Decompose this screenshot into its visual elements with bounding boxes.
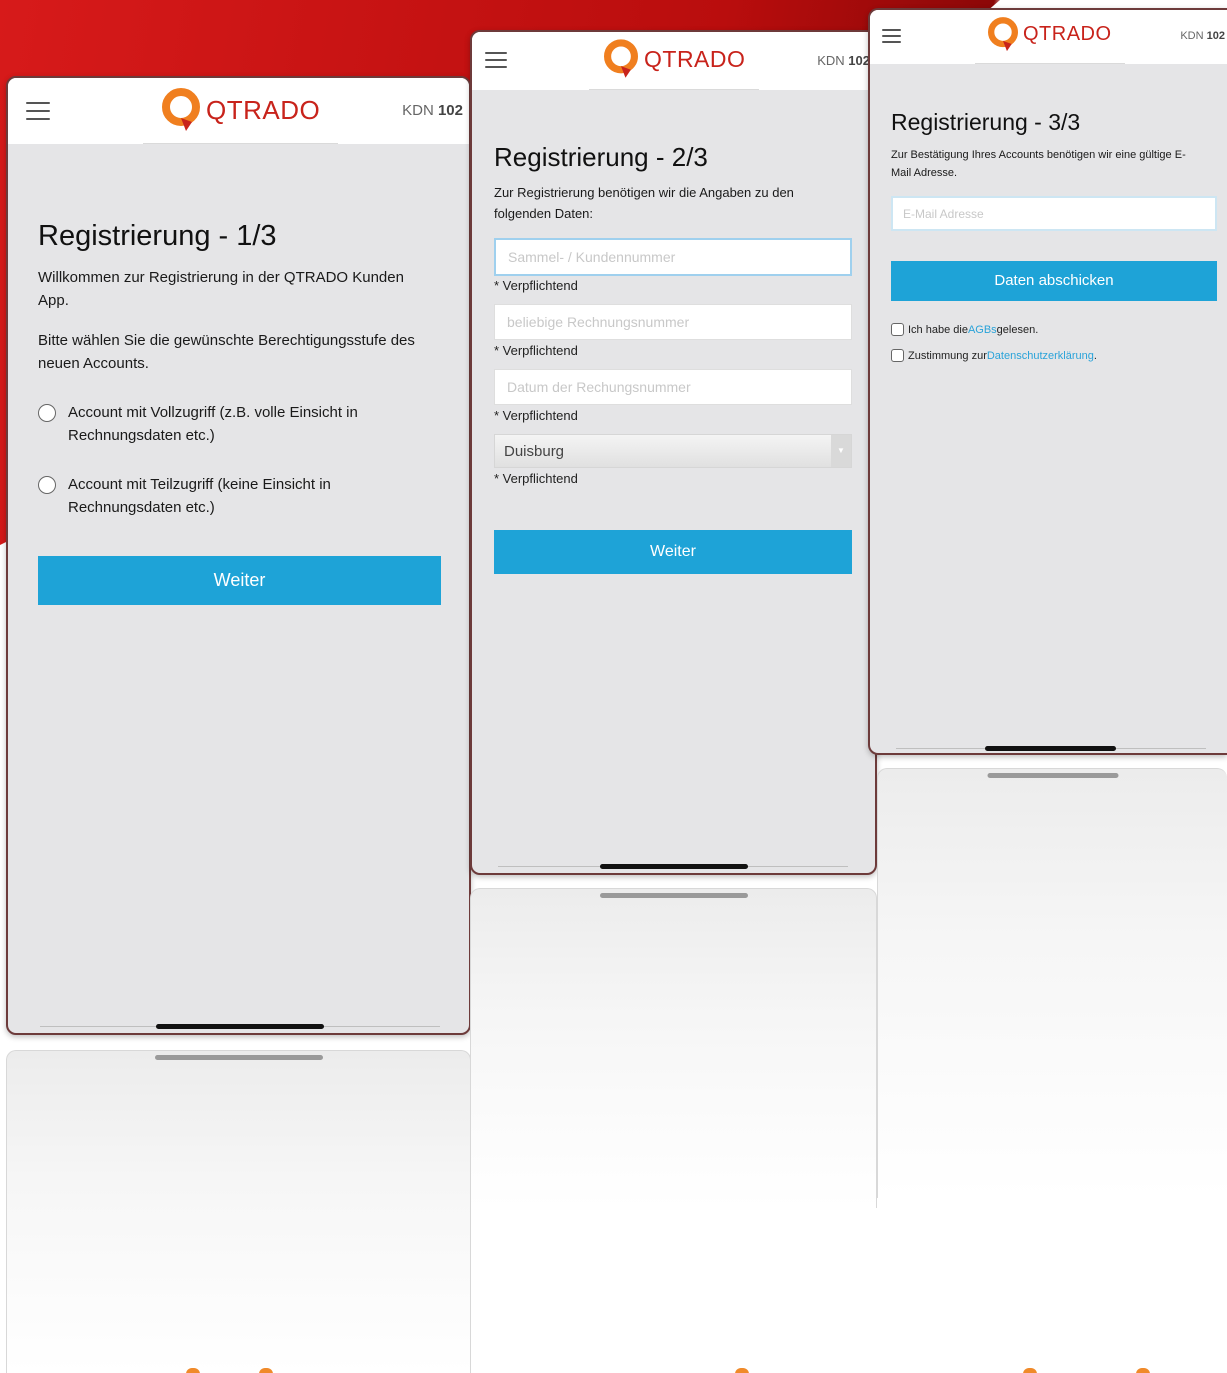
kdn-badge: KDN 102 [817,53,870,68]
logo-text: QTRADO [206,94,321,125]
header-underline [589,89,759,90]
kdn-number: 102 [1206,30,1225,42]
intro-text: Zur Bestätigung Ihres Accounts benötigen… [891,149,1186,179]
phone-reflection-1 [6,1050,471,1373]
radio-label: Account mit Vollzugriff (z.B. volle Eins… [68,404,358,444]
input-placeholder: Sammel- / Kundennummer [508,249,676,265]
terms-text-after: gelesen. [996,323,1039,336]
required-hint: * Verpflichtend [494,408,578,423]
phone-reflection-3 [877,768,1227,1198]
intro-text: Zur Registrierung benötigen wir die Anga… [494,185,794,221]
home-indicator [156,1024,324,1029]
logo-text: QTRADO [644,45,746,72]
header-underline [975,63,1125,64]
phone-screen-1: QTRADO KDN 102 Registrierung - 1/3 Willk… [6,76,471,1035]
agb-checkbox[interactable] [891,323,904,336]
hamburger-menu-icon[interactable] [882,29,901,43]
logo-text: QTRADO [1023,23,1112,45]
next-button[interactable]: Weiter [494,530,852,574]
app-header: QTRADO KDN 102 [472,32,875,90]
prompt-text: Bitte wählen Sie die gewünschte Berechti… [38,332,415,372]
input-placeholder: E-Mail Adresse [903,206,984,221]
home-indicator [985,746,1116,751]
cropped-logo-mark [1023,1368,1037,1373]
cropped-logo-mark [1136,1368,1150,1373]
privacy-checkbox-row[interactable]: Zustimmung zur Datenschutzerklärung . [891,349,1097,362]
page-title: Registrierung - 3/3 [891,109,1081,135]
input-placeholder: beliebige Rechnungsnummer [507,314,690,330]
hamburger-menu-icon[interactable] [26,102,50,120]
invoice-date-input[interactable]: Datum der Rechungsnummer [494,369,852,405]
terms-text-before: Ich habe die [908,323,968,336]
privacy-policy-link[interactable]: Datenschutzerklärung [987,350,1094,362]
cropped-logo-mark [186,1368,200,1373]
privacy-text-after: . [1093,349,1097,362]
kdn-prefix: KDN [402,102,434,119]
email-input[interactable]: E-Mail Adresse [891,196,1217,231]
submit-data-button[interactable]: Daten abschicken [891,261,1217,301]
kdn-number: 102 [848,53,870,68]
qtrado-logo-icon [988,17,1018,52]
agb-link[interactable]: AGBs [968,324,997,336]
required-hint: * Verpflichtend [494,471,578,486]
invoice-number-input[interactable]: beliebige Rechnungsnummer [494,304,852,340]
cropped-logo-mark [259,1368,273,1373]
location-select[interactable]: Duisburg ▼ [494,434,852,468]
app-header: QTRADO KDN 102 [8,78,469,144]
cropped-logo-mark [735,1368,749,1373]
privacy-text-before: Zustimmung zur [908,349,987,362]
phone-screen-3: QTRADO KDN 102 Registrierung - 3/3 Zur B… [868,8,1227,755]
kdn-prefix: KDN [1180,30,1204,42]
kdn-badge: KDN 102 [1180,30,1225,42]
kdn-prefix: KDN [817,53,845,68]
chevron-down-icon: ▼ [831,435,851,467]
page-title: Registrierung - 1/3 [38,220,277,252]
select-value: Duisburg [504,442,565,460]
qtrado-logo: QTRADO [162,88,320,132]
intro-text: Willkommen zur Registrierung in der QTRA… [38,269,404,309]
terms-checkbox-row[interactable]: Ich habe die AGBs gelesen. [891,323,1038,336]
kdn-badge: KDN 102 [402,102,463,119]
qtrado-logo: QTRADO [988,17,1112,52]
next-button[interactable]: Weiter [38,556,441,605]
required-hint: * Verpflichtend [494,343,578,358]
customer-number-input[interactable]: Sammel- / Kundennummer [494,238,852,276]
radio-button[interactable] [38,476,56,494]
qtrado-logo-icon [604,39,638,78]
phone-screen-2: QTRADO KDN 102 Registrierung - 2/3 Zur R… [470,30,877,875]
hamburger-menu-icon[interactable] [485,52,507,68]
kdn-number: 102 [437,102,463,119]
home-indicator [600,864,748,869]
qtrado-logo-icon [162,88,200,131]
radio-label: Account mit Teilzugriff (keine Einsicht … [68,476,331,516]
radio-button[interactable] [38,404,56,422]
radio-option-full-access[interactable]: Account mit Vollzugriff (z.B. volle Eins… [38,401,418,447]
qtrado-logo: QTRADO [604,39,745,79]
radio-option-partial-access[interactable]: Account mit Teilzugriff (keine Einsicht … [38,473,418,519]
required-hint: * Verpflichtend [494,278,578,293]
app-header: QTRADO KDN 102 [870,10,1227,64]
input-placeholder: Datum der Rechungsnummer [507,379,691,395]
header-underline [143,143,338,144]
privacy-checkbox[interactable] [891,349,904,362]
page-title: Registrierung - 2/3 [494,142,708,172]
phone-reflection-2 [470,888,877,1208]
